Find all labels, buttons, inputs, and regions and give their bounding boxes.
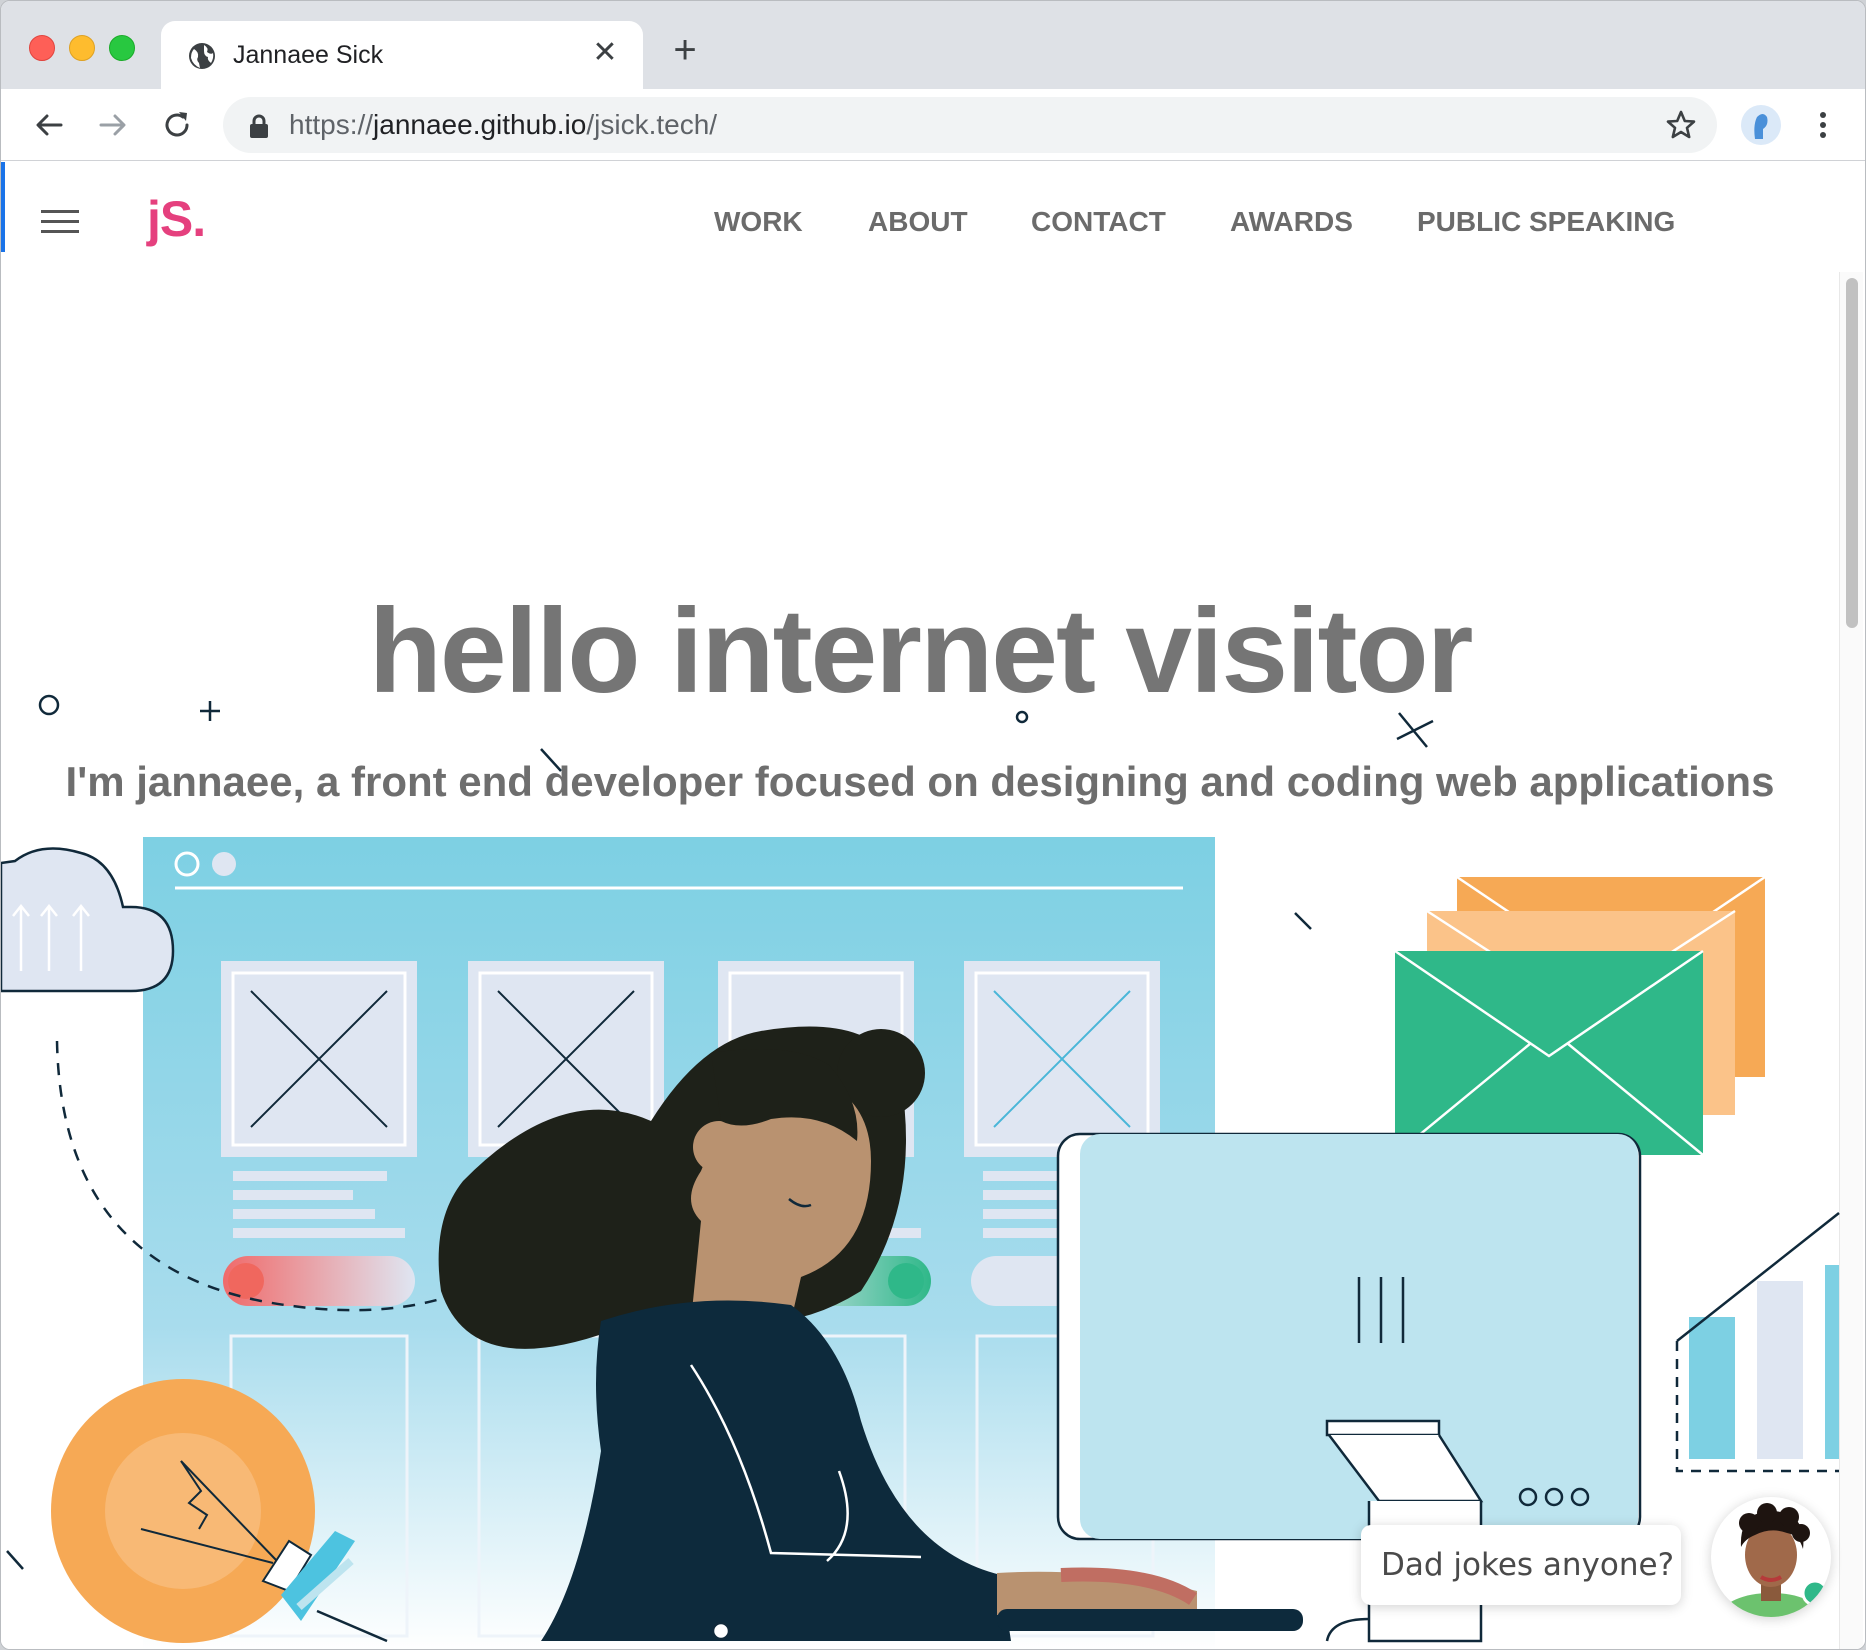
hero-title: hello internet visitor [368, 584, 1474, 718]
globe-icon [189, 43, 215, 69]
minimize-window-button[interactable] [69, 35, 95, 61]
back-arrow-icon[interactable] [27, 103, 71, 147]
close-icon[interactable]: ✕ [589, 37, 621, 69]
hero-subtitle: I'm jannaee, a front end developer focus… [65, 758, 1775, 805]
tab-active[interactable]: Jannaee Sick ✕ [161, 21, 643, 89]
close-window-button[interactable] [29, 35, 55, 61]
bar-chart-graphic [1675, 1212, 1840, 1473]
url-text: https://jannaee.github.io/jsick.tech/ [289, 109, 718, 140]
chat-avatar[interactable] [1711, 1497, 1831, 1617]
star-icon[interactable] [1663, 107, 1699, 143]
profile-icon[interactable] [1741, 105, 1781, 145]
chat-bubble[interactable]: Dad jokes anyone? [1361, 1525, 1681, 1605]
lock-icon [250, 114, 268, 138]
hero-illustration [1, 694, 1840, 1649]
more-vert-icon[interactable] [1811, 103, 1835, 147]
plus-icon[interactable]: + [665, 30, 705, 71]
envelope-stack [1394, 875, 1766, 1156]
browser-window: Jannaee Sick ✕ + https://jannaee.github.… [0, 0, 1866, 1650]
forward-arrow-icon[interactable] [91, 103, 135, 147]
chat-prompt: Dad jokes anyone? [1381, 1547, 1675, 1583]
browser-toolbar: https://jannaee.github.io/jsick.tech/ [1, 89, 1865, 161]
maximize-window-button[interactable] [109, 35, 135, 61]
tab-strip: Jannaee Sick ✕ + [1, 1, 1865, 89]
chatbot-avatar-icon [1721, 1503, 1829, 1617]
tab-title: Jannaee Sick [233, 41, 384, 69]
address-bar[interactable]: https://jannaee.github.io/jsick.tech/ [223, 97, 1717, 153]
page-viewport: jS. WORK ABOUT CONTACT AWARDS PUBLIC SPE… [1, 162, 1865, 1649]
reload-icon[interactable] [155, 103, 199, 147]
